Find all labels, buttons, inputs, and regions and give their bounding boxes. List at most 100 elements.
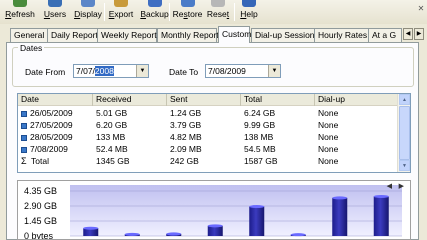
cell-date-text: 28/05/2009 bbox=[30, 132, 73, 142]
date-from-day-month: 7/07/ bbox=[76, 66, 95, 76]
chart-bar-cap bbox=[373, 194, 389, 198]
date-to-label: Date To bbox=[169, 67, 199, 77]
tab-scroll-right-icon[interactable]: ▶ bbox=[414, 28, 424, 40]
column-header-dial-up[interactable]: Dial-up bbox=[315, 94, 398, 106]
cell-received-text: 5.01 GB bbox=[96, 108, 128, 118]
cell-received-text: 1345 GB bbox=[96, 156, 130, 166]
cell-dialup-text: None bbox=[318, 120, 339, 130]
users-button[interactable]: Users bbox=[40, 0, 70, 24]
help-icon bbox=[242, 0, 256, 7]
cell-total-text: 9.99 GB bbox=[244, 120, 276, 130]
chart-bar-cap bbox=[249, 205, 265, 209]
refresh-button[interactable]: Refresh bbox=[0, 0, 40, 24]
cell-date-text: 27/05/2009 bbox=[30, 120, 73, 130]
tab-monthly-report[interactable]: Monthly Report bbox=[157, 28, 219, 42]
cell-total: 1587 GB bbox=[241, 155, 315, 167]
column-header-total[interactable]: Total bbox=[241, 94, 315, 106]
chevron-down-icon[interactable]: ▼ bbox=[136, 65, 148, 77]
table-row[interactable]: 27/05/2009 6.20 GB 3.79 GB 9.99 GB None bbox=[18, 119, 398, 131]
usage-chart: 4.35 GB 2.90 GB 1.45 GB 0 bytes ◀ ▶ bbox=[17, 180, 411, 240]
close-icon[interactable]: ✕ bbox=[415, 0, 427, 18]
vertical-scrollbar[interactable]: ▲ ▼ bbox=[397, 94, 410, 172]
table-row[interactable]: 26/05/2009 5.01 GB 1.24 GB 6.24 GB None bbox=[18, 107, 398, 119]
tab-custom[interactable]: Custom bbox=[218, 26, 251, 43]
table-row[interactable]: 7/08/2009 52.4 MB 2.09 MB 54.5 MB None bbox=[18, 143, 398, 155]
cell-total: 9.99 GB bbox=[241, 119, 315, 131]
cell-dialup-text: None bbox=[318, 108, 339, 118]
display-label: Display bbox=[74, 9, 102, 19]
chart-next-icon[interactable]: ▶ bbox=[399, 182, 404, 190]
chart-bar-cap bbox=[83, 226, 99, 230]
cell-total-text: 1587 GB bbox=[244, 156, 278, 166]
cell-received-text: 133 MB bbox=[96, 132, 126, 142]
backup-button[interactable]: Backup bbox=[138, 0, 171, 24]
reset-label: Reset bbox=[206, 9, 230, 19]
chart-bar bbox=[249, 206, 265, 236]
date-from-picker[interactable]: 7/07/2008 ▼ bbox=[73, 64, 149, 78]
date-to-value: 7/08/2009 bbox=[208, 66, 246, 76]
cell-received: 52.4 MB bbox=[93, 143, 167, 155]
cell-date: Σ Total bbox=[18, 155, 93, 167]
cell-sent-text: 2.09 MB bbox=[170, 144, 202, 154]
reset-button[interactable]: Reset bbox=[206, 0, 230, 24]
users-icon bbox=[48, 0, 62, 7]
column-header-received[interactable]: Received bbox=[93, 94, 167, 106]
y-tick-label: 1.45 GB bbox=[24, 216, 57, 226]
restore-button[interactable]: Restore bbox=[171, 0, 204, 24]
column-header-sent[interactable]: Sent bbox=[167, 94, 241, 106]
chart-bar-cap bbox=[124, 232, 140, 236]
chevron-down-icon[interactable]: ▼ bbox=[268, 65, 280, 77]
toolbar-separator bbox=[169, 3, 170, 21]
help-label: Help bbox=[240, 9, 258, 19]
cell-total: 138 MB bbox=[241, 131, 315, 143]
cell-dialup-text: None bbox=[318, 156, 339, 166]
column-header-date[interactable]: Date bbox=[18, 94, 93, 106]
cell-date-text: 7/08/2009 bbox=[30, 144, 68, 154]
restore-icon bbox=[180, 0, 195, 7]
export-button[interactable]: Export bbox=[106, 0, 136, 24]
cell-dialup-text: None bbox=[318, 132, 339, 142]
date-from-label: Date From bbox=[25, 67, 66, 77]
scroll-up-icon[interactable]: ▲ bbox=[399, 94, 410, 105]
cell-date: 28/05/2009 bbox=[18, 131, 93, 143]
tab-strip: General Daily Report Weekly Report Monthly … bbox=[0, 26, 427, 43]
cell-received-text: 6.20 GB bbox=[96, 120, 128, 130]
tab-at-a-g[interactable]: At a G bbox=[368, 28, 402, 42]
refresh-label: Refresh bbox=[5, 9, 35, 19]
tab-daily-report[interactable]: Daily Report bbox=[47, 28, 98, 42]
cell-sent-text: 3.79 GB bbox=[170, 120, 202, 130]
display-button[interactable]: Display bbox=[72, 0, 104, 24]
cell-dialup: None bbox=[315, 155, 398, 167]
calendar-row-icon bbox=[21, 123, 27, 129]
cell-dialup: None bbox=[315, 143, 398, 155]
tab-hourly-rates[interactable]: Hourly Rates bbox=[314, 28, 369, 42]
cell-dialup: None bbox=[315, 119, 398, 131]
tab-weekly-report[interactable]: Weekly Report bbox=[97, 28, 157, 42]
tab-general[interactable]: General bbox=[10, 28, 48, 42]
cell-dialup-text: None bbox=[318, 144, 339, 154]
cell-date: 27/05/2009 bbox=[18, 119, 93, 131]
chart-bar-cap bbox=[332, 196, 348, 200]
backup-label: Backup bbox=[140, 9, 169, 19]
export-label: Export bbox=[108, 9, 134, 19]
toolbar: Refresh Users Display Export Backup Restore Re… bbox=[0, 0, 427, 24]
scroll-thumb[interactable] bbox=[399, 106, 410, 160]
table-row[interactable]: 28/05/2009 133 MB 4.82 MB 138 MB None bbox=[18, 131, 398, 143]
cell-sent-text: 4.82 MB bbox=[170, 132, 202, 142]
users-label: Users bbox=[43, 9, 67, 19]
calendar-row-icon bbox=[21, 135, 27, 141]
date-to-picker[interactable]: 7/08/2009 ▼ bbox=[205, 64, 281, 78]
calendar-row-icon bbox=[21, 147, 27, 153]
cell-total-text: 54.5 MB bbox=[244, 144, 276, 154]
cell-sent: 4.82 MB bbox=[167, 131, 241, 143]
chart-prev-icon[interactable]: ◀ bbox=[387, 182, 392, 190]
tab-dial-up-sessions[interactable]: Dial-up Sessions bbox=[251, 28, 319, 42]
chart-svg: 4.35 GB 2.90 GB 1.45 GB 0 bytes bbox=[24, 185, 402, 239]
cell-total-text: 138 MB bbox=[244, 132, 274, 142]
toolbar-separator bbox=[104, 3, 105, 21]
scroll-down-icon[interactable]: ▼ bbox=[399, 160, 410, 171]
table-total-row[interactable]: Σ Total 1345 GB 242 GB 1587 GB None bbox=[18, 155, 398, 167]
tab-scroll-left-icon[interactable]: ◀ bbox=[403, 28, 413, 40]
help-button[interactable]: Help bbox=[236, 0, 262, 24]
cell-sent-text: 1.24 GB bbox=[170, 108, 202, 118]
